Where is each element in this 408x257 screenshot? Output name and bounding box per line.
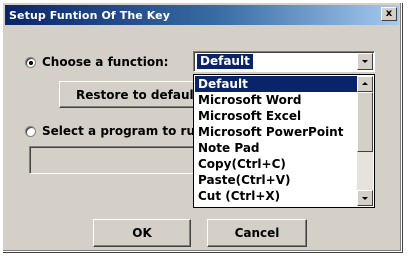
select-program-option[interactable]: Select a program to run: [25, 123, 204, 139]
setup-key-dialog: Setup Funtion Of The Key x Choose a func…: [2, 2, 402, 252]
close-button[interactable]: x: [381, 7, 397, 21]
function-option-word[interactable]: Microsoft Word: [195, 92, 357, 108]
function-combobox-value: Default: [197, 54, 253, 69]
cancel-button[interactable]: Cancel: [207, 219, 307, 247]
cancel-label: Cancel: [234, 226, 280, 240]
function-option-default[interactable]: Default: [195, 76, 357, 92]
function-combobox[interactable]: Default: [193, 51, 375, 72]
ok-button[interactable]: OK: [93, 219, 191, 247]
select-program-label: Select a program to run: [42, 124, 204, 138]
scroll-down-button[interactable]: [357, 190, 373, 206]
restore-default-button[interactable]: Restore to default: [59, 81, 209, 108]
function-option-excel[interactable]: Microsoft Excel: [195, 108, 357, 124]
function-option-cut[interactable]: Cut (Ctrl+X): [195, 188, 357, 204]
choose-function-option[interactable]: Choose a function:: [25, 54, 168, 70]
window-title: Setup Funtion Of The Key: [9, 8, 171, 22]
scroll-thumb[interactable]: [357, 92, 373, 152]
choose-function-label: Choose a function:: [42, 55, 169, 69]
dropdown-scrollbar[interactable]: [357, 76, 373, 206]
function-combobox-dropdown-button[interactable]: [357, 53, 373, 70]
function-options: Default Microsoft Word Microsoft Excel M…: [195, 76, 357, 206]
arrow-up-icon: [362, 82, 368, 85]
scroll-up-button[interactable]: [357, 76, 373, 92]
function-option-notepad[interactable]: Note Pad: [195, 140, 357, 156]
ok-label: OK: [132, 226, 152, 240]
function-option-paste[interactable]: Paste(Ctrl+V): [195, 172, 357, 188]
close-icon: x: [385, 8, 393, 19]
function-option-powerpoint[interactable]: Microsoft PowerPoint: [195, 124, 357, 140]
function-dropdown-list[interactable]: Default Microsoft Word Microsoft Excel M…: [193, 74, 375, 208]
restore-default-label: Restore to default: [76, 87, 200, 102]
function-option-copy[interactable]: Copy(Ctrl+C): [195, 156, 357, 172]
arrow-down-icon: [362, 197, 368, 200]
title-bar: Setup Funtion Of The Key x: [5, 5, 399, 25]
chevron-down-icon: [362, 60, 368, 63]
select-program-radio[interactable]: [25, 125, 36, 137]
choose-function-radio[interactable]: [25, 56, 36, 68]
